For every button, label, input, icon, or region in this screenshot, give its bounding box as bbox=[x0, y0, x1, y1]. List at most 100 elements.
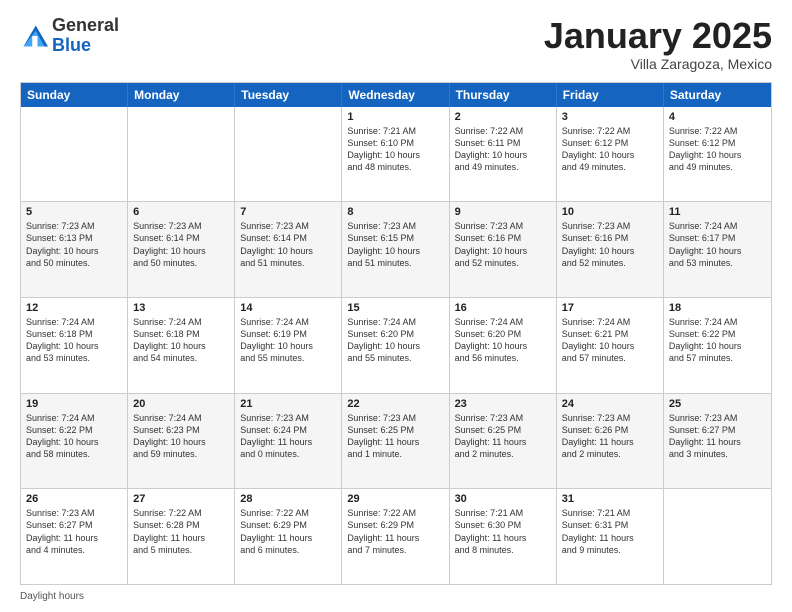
day-number: 29 bbox=[347, 493, 443, 505]
day-number: 26 bbox=[26, 493, 122, 505]
day-cell-1: 1Sunrise: 7:21 AM Sunset: 6:10 PM Daylig… bbox=[342, 107, 449, 202]
day-cell-7: 7Sunrise: 7:23 AM Sunset: 6:14 PM Daylig… bbox=[235, 202, 342, 297]
day-number: 28 bbox=[240, 493, 336, 505]
day-cell-20: 20 Sunrise: 7:24 AM Sunset: 6:23 PM Dayli… bbox=[128, 394, 235, 489]
logo-general-text: General bbox=[52, 15, 119, 35]
day-number: 30 bbox=[455, 493, 551, 505]
day-number: 18 bbox=[669, 302, 766, 314]
header-day-thursday: Thursday bbox=[450, 83, 557, 107]
day-info: Sunrise: 7:23 AM Sunset: 6:27 PM Dayligh… bbox=[26, 507, 122, 556]
calendar-row-1: 5 Sunrise: 7:23 AM Sunset: 6:13 PM Daylig… bbox=[21, 201, 771, 297]
day-number: 6 bbox=[133, 206, 229, 218]
page: General Blue January 2025 Villa Zaragoza… bbox=[0, 0, 792, 612]
day-info: Sunrise: 7:24 AM Sunset: 6:21 PM Dayligh… bbox=[562, 316, 658, 365]
day-number: 13 bbox=[133, 302, 229, 314]
day-number: 1 bbox=[347, 111, 443, 123]
day-cell-29: 29 Sunrise: 7:22 AM Sunset: 6:29 PM Dayli… bbox=[342, 489, 449, 584]
calendar-row-3: 19Sunrise: 7:24 AM Sunset: 6:22 PM Dayli… bbox=[21, 393, 771, 489]
empty-cell-0-1 bbox=[128, 107, 235, 202]
calendar-header-row: SundayMondayTuesdayWednesdayThursdayFrid… bbox=[21, 83, 771, 107]
header-day-tuesday: Tuesday bbox=[235, 83, 342, 107]
day-number: 27 bbox=[133, 493, 229, 505]
day-cell-10: 10Sunrise: 7:23 AM Sunset: 6:16 PM Dayli… bbox=[557, 202, 664, 297]
day-number: 23 bbox=[455, 398, 551, 410]
day-cell-27: 27Sunrise: 7:22 AM Sunset: 6:28 PM Dayli… bbox=[128, 489, 235, 584]
day-info: Sunrise: 7:22 AM Sunset: 6:29 PM Dayligh… bbox=[240, 507, 336, 556]
day-cell-11: 11 Sunrise: 7:24 AM Sunset: 6:17 PM Dayli… bbox=[664, 202, 771, 297]
day-info: Sunrise: 7:21 AM Sunset: 6:31 PM Dayligh… bbox=[562, 507, 658, 556]
header: General Blue January 2025 Villa Zaragoza… bbox=[20, 16, 772, 72]
day-info: Sunrise: 7:23 AM Sunset: 6:13 PM Dayligh… bbox=[26, 220, 122, 269]
day-number: 21 bbox=[240, 398, 336, 410]
day-cell-13: 13 Sunrise: 7:24 AM Sunset: 6:18 PM Dayli… bbox=[128, 298, 235, 393]
day-info: Sunrise: 7:23 AM Sunset: 6:25 PM Dayligh… bbox=[347, 412, 443, 461]
day-cell-19: 19Sunrise: 7:24 AM Sunset: 6:22 PM Dayli… bbox=[21, 394, 128, 489]
empty-cell-0-2 bbox=[235, 107, 342, 202]
day-info: Sunrise: 7:21 AM Sunset: 6:30 PM Dayligh… bbox=[455, 507, 551, 556]
day-info: Sunrise: 7:23 AM Sunset: 6:25 PM Dayligh… bbox=[455, 412, 551, 461]
day-info: Sunrise: 7:23 AM Sunset: 6:27 PM Dayligh… bbox=[669, 412, 766, 461]
day-cell-30: 30 Sunrise: 7:21 AM Sunset: 6:30 PM Dayli… bbox=[450, 489, 557, 584]
day-cell-17: 17Sunrise: 7:24 AM Sunset: 6:21 PM Dayli… bbox=[557, 298, 664, 393]
day-cell-26: 26 Sunrise: 7:23 AM Sunset: 6:27 PM Dayli… bbox=[21, 489, 128, 584]
header-day-monday: Monday bbox=[128, 83, 235, 107]
day-number: 24 bbox=[562, 398, 658, 410]
logo-icon bbox=[20, 22, 48, 50]
day-number: 14 bbox=[240, 302, 336, 314]
day-info: Sunrise: 7:22 AM Sunset: 6:29 PM Dayligh… bbox=[347, 507, 443, 556]
day-cell-21: 21 Sunrise: 7:23 AM Sunset: 6:24 PM Dayli… bbox=[235, 394, 342, 489]
day-cell-3: 3Sunrise: 7:22 AM Sunset: 6:12 PM Daylig… bbox=[557, 107, 664, 202]
day-number: 5 bbox=[26, 206, 122, 218]
day-number: 12 bbox=[26, 302, 122, 314]
header-day-saturday: Saturday bbox=[664, 83, 771, 107]
day-number: 8 bbox=[347, 206, 443, 218]
day-info: Sunrise: 7:23 AM Sunset: 6:15 PM Dayligh… bbox=[347, 220, 443, 269]
day-number: 10 bbox=[562, 206, 658, 218]
day-cell-31: 31 Sunrise: 7:21 AM Sunset: 6:31 PM Dayli… bbox=[557, 489, 664, 584]
day-cell-25: 25 Sunrise: 7:23 AM Sunset: 6:27 PM Dayli… bbox=[664, 394, 771, 489]
day-cell-4: 4Sunrise: 7:22 AM Sunset: 6:12 PM Daylig… bbox=[664, 107, 771, 202]
day-number: 11 bbox=[669, 206, 766, 218]
header-day-wednesday: Wednesday bbox=[342, 83, 449, 107]
day-cell-18: 18 Sunrise: 7:24 AM Sunset: 6:22 PM Dayli… bbox=[664, 298, 771, 393]
day-cell-14: 14Sunrise: 7:24 AM Sunset: 6:19 PM Dayli… bbox=[235, 298, 342, 393]
day-number: 20 bbox=[133, 398, 229, 410]
day-cell-12: 12Sunrise: 7:24 AM Sunset: 6:18 PM Dayli… bbox=[21, 298, 128, 393]
day-info: Sunrise: 7:23 AM Sunset: 6:16 PM Dayligh… bbox=[455, 220, 551, 269]
month-title: January 2025 bbox=[544, 16, 772, 56]
day-cell-6: 6 Sunrise: 7:23 AM Sunset: 6:14 PM Daylig… bbox=[128, 202, 235, 297]
day-info: Sunrise: 7:22 AM Sunset: 6:11 PM Dayligh… bbox=[455, 125, 551, 174]
day-info: Sunrise: 7:24 AM Sunset: 6:17 PM Dayligh… bbox=[669, 220, 766, 269]
day-info: Sunrise: 7:24 AM Sunset: 6:22 PM Dayligh… bbox=[26, 412, 122, 461]
day-cell-8: 8 Sunrise: 7:23 AM Sunset: 6:15 PM Daylig… bbox=[342, 202, 449, 297]
header-day-sunday: Sunday bbox=[21, 83, 128, 107]
logo-text: General Blue bbox=[52, 16, 119, 56]
day-info: Sunrise: 7:24 AM Sunset: 6:23 PM Dayligh… bbox=[133, 412, 229, 461]
day-number: 16 bbox=[455, 302, 551, 314]
day-cell-5: 5 Sunrise: 7:23 AM Sunset: 6:13 PM Daylig… bbox=[21, 202, 128, 297]
day-cell-15: 15Sunrise: 7:24 AM Sunset: 6:20 PM Dayli… bbox=[342, 298, 449, 393]
day-cell-24: 24Sunrise: 7:23 AM Sunset: 6:26 PM Dayli… bbox=[557, 394, 664, 489]
day-number: 31 bbox=[562, 493, 658, 505]
logo-blue-text: Blue bbox=[52, 35, 91, 55]
day-info: Sunrise: 7:24 AM Sunset: 6:22 PM Dayligh… bbox=[669, 316, 766, 365]
day-cell-9: 9 Sunrise: 7:23 AM Sunset: 6:16 PM Daylig… bbox=[450, 202, 557, 297]
empty-cell-0-0 bbox=[21, 107, 128, 202]
title-block: January 2025 Villa Zaragoza, Mexico bbox=[544, 16, 772, 72]
day-cell-2: 2Sunrise: 7:22 AM Sunset: 6:11 PM Daylig… bbox=[450, 107, 557, 202]
day-info: Sunrise: 7:24 AM Sunset: 6:20 PM Dayligh… bbox=[347, 316, 443, 365]
calendar-row-2: 12 Sunrise: 7:24 AM Sunset: 6:18 PM Dayli… bbox=[21, 297, 771, 393]
footer-text: Daylight hours bbox=[20, 591, 84, 602]
empty-cell-4-6 bbox=[664, 489, 771, 584]
logo: General Blue bbox=[20, 16, 119, 56]
footer: Daylight hours bbox=[20, 591, 772, 602]
day-info: Sunrise: 7:22 AM Sunset: 6:12 PM Dayligh… bbox=[669, 125, 766, 174]
day-info: Sunrise: 7:23 AM Sunset: 6:24 PM Dayligh… bbox=[240, 412, 336, 461]
calendar-body: 1Sunrise: 7:21 AM Sunset: 6:10 PM Daylig… bbox=[21, 107, 771, 584]
day-number: 25 bbox=[669, 398, 766, 410]
day-info: Sunrise: 7:24 AM Sunset: 6:18 PM Dayligh… bbox=[133, 316, 229, 365]
day-cell-16: 16Sunrise: 7:24 AM Sunset: 6:20 PM Dayli… bbox=[450, 298, 557, 393]
day-number: 9 bbox=[455, 206, 551, 218]
day-cell-28: 28 Sunrise: 7:22 AM Sunset: 6:29 PM Dayli… bbox=[235, 489, 342, 584]
day-info: Sunrise: 7:23 AM Sunset: 6:14 PM Dayligh… bbox=[133, 220, 229, 269]
